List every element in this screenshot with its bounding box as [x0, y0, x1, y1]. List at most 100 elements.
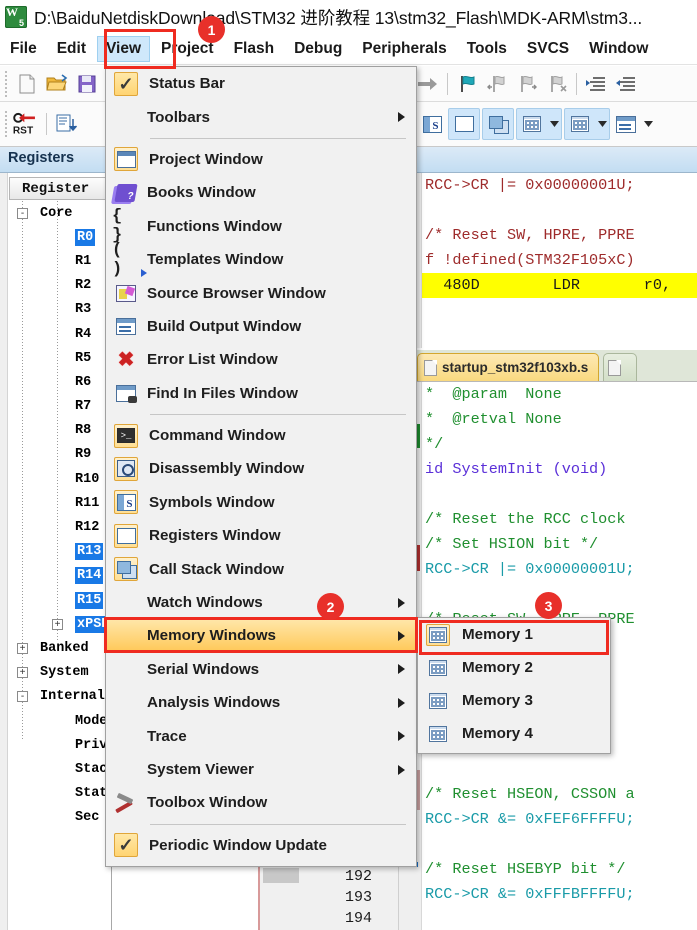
expand-toggle-icon[interactable]: + — [17, 642, 28, 654]
step-arrow-icon[interactable] — [413, 69, 443, 99]
view-menu-item[interactable]: ( ) Templates Window — [106, 241, 416, 279]
register-row[interactable]: R0 — [9, 225, 112, 249]
watch-dropdown-arrow-icon[interactable] — [547, 109, 561, 139]
register-row[interactable]: + System — [9, 661, 112, 685]
step-out-icon[interactable] — [51, 109, 81, 139]
insert-bookmark-icon[interactable] — [452, 69, 482, 99]
memory-dropdown-arrow-icon[interactable] — [595, 109, 609, 139]
view-menu-item[interactable]: Serial Windows — [106, 653, 416, 686]
register-row[interactable]: R9 — [9, 443, 112, 467]
memory-submenu-item[interactable]: Memory 1 — [418, 618, 610, 651]
menu-view[interactable]: View — [96, 36, 151, 62]
view-menu-item[interactable]: >_ Command Window — [106, 419, 416, 452]
register-row[interactable]: R14 — [9, 564, 112, 588]
view-menu-item[interactable]: Toolbox Window — [106, 786, 416, 819]
serial-dropdown-arrow-icon[interactable] — [641, 109, 655, 139]
expand-toggle-icon[interactable]: + — [52, 618, 63, 630]
expand-toggle-icon[interactable]: + — [17, 667, 28, 679]
register-row[interactable]: R1 — [9, 249, 112, 273]
view-menu-item[interactable]: Symbols Window — [106, 486, 416, 519]
register-row[interactable]: R12 — [9, 515, 112, 539]
register-row[interactable]: R5 — [9, 346, 112, 370]
view-menu-item[interactable]: Toolbars — [106, 100, 416, 133]
disassembly-tab-strip[interactable] — [413, 147, 697, 173]
register-row[interactable]: Privilege — [9, 733, 148, 757]
register-row[interactable]: R8 — [9, 419, 112, 443]
view-menu-item[interactable]: Disassembly Window — [106, 452, 416, 485]
register-row[interactable]: R2 — [9, 274, 112, 298]
view-menu-item[interactable]: { } Functions Window — [106, 207, 416, 245]
view-menu-item[interactable]: Build Output Window — [106, 310, 416, 343]
register-row[interactable]: R7 — [9, 395, 112, 419]
symbols-window-icon[interactable] — [417, 109, 447, 139]
registers-tree[interactable]: - Core R0 R1 R2 R3 R4 R5 R6 R7 R8 R9 R10 R11 R12 R13 R14… — [9, 201, 148, 830]
view-menu-item[interactable]: Watch Windows — [106, 586, 416, 619]
clear-bookmarks-icon[interactable] — [542, 69, 572, 99]
register-row[interactable]: Sec — [9, 806, 112, 830]
registers-scrollbar[interactable] — [0, 173, 8, 930]
menu-debug[interactable]: Debug — [285, 36, 351, 62]
view-menu-item[interactable]: Registers Window — [106, 519, 416, 552]
view-menu-item[interactable]: Trace — [106, 719, 416, 752]
view-menu-item[interactable]: System Viewer — [106, 753, 416, 786]
view-menu-item[interactable]: Call Stack Window — [106, 552, 416, 585]
menu-window[interactable]: Window — [580, 36, 657, 62]
toolbar-grip-2[interactable] — [3, 111, 10, 137]
register-row[interactable]: - Internal — [9, 685, 112, 709]
registers-window-icon[interactable] — [449, 109, 479, 139]
open-file-icon[interactable] — [42, 69, 72, 99]
file-tab-inactive[interactable] — [603, 353, 638, 381]
new-file-icon[interactable] — [12, 69, 42, 99]
register-row[interactable]: R11 — [9, 491, 112, 515]
menu-svcs[interactable]: SVCS — [518, 36, 578, 62]
save-file-icon[interactable] — [72, 69, 102, 99]
watch-window-icon[interactable] — [517, 109, 547, 139]
register-row[interactable]: Stack — [9, 757, 116, 781]
memory-submenu-item[interactable]: Memory 4 — [418, 717, 610, 750]
serial-window-icon[interactable] — [611, 109, 641, 139]
register-row[interactable]: R10 — [9, 467, 112, 491]
register-row[interactable]: + xPSR — [9, 612, 112, 636]
register-row[interactable]: + Banked — [9, 636, 112, 660]
view-menu-item[interactable]: Books Window — [106, 176, 416, 209]
menu-tools[interactable]: Tools — [458, 36, 516, 62]
indent-icon[interactable] — [581, 69, 611, 99]
secondary-editor-linenumbers[interactable]: 192 193 194 — [258, 866, 414, 930]
view-menu-item[interactable]: Memory Windows — [106, 619, 416, 653]
disassembly-view[interactable]: RCC->CR |= 0x00000001U; /* Reset SW, HPR… — [413, 173, 697, 348]
register-row[interactable]: - Core — [9, 201, 112, 225]
view-menu-item[interactable]: Project Window — [106, 143, 416, 176]
file-tab-active[interactable]: startup_stm32f103xb.s — [417, 353, 600, 381]
registers-tab-strip[interactable]: Registers — [0, 147, 112, 173]
memory-window-icon[interactable] — [565, 109, 595, 139]
view-menu-item[interactable]: ✖ Error List Window — [106, 343, 416, 376]
register-row[interactable]: R4 — [9, 322, 112, 346]
register-row[interactable]: Mode — [9, 709, 112, 733]
prev-bookmark-icon[interactable] — [482, 69, 512, 99]
secondary-editor-scrollbar[interactable] — [398, 866, 414, 930]
register-row[interactable]: R3 — [9, 298, 112, 322]
view-menu-item[interactable]: Source Browser Window — [106, 276, 416, 309]
next-bookmark-icon[interactable] — [512, 69, 542, 99]
view-menu-item[interactable]: ✓ Status Bar — [106, 67, 416, 100]
register-row[interactable]: R6 — [9, 370, 112, 394]
memory-submenu-item[interactable]: Memory 2 — [418, 651, 610, 684]
menu-flash[interactable]: Flash — [225, 36, 283, 62]
reset-icon[interactable]: RST — [12, 109, 42, 139]
registers-window-icon-slot — [114, 523, 138, 548]
toolbar-grip[interactable] — [3, 70, 10, 97]
view-menu-item[interactable]: Find In Files Window — [106, 377, 416, 410]
menu-file[interactable]: File — [1, 36, 46, 62]
collapse-toggle-icon[interactable]: - — [17, 207, 28, 219]
menu-edit[interactable]: Edit — [48, 36, 95, 62]
collapse-toggle-icon[interactable]: - — [17, 691, 28, 703]
call-stack-window-icon[interactable] — [483, 109, 513, 139]
outdent-icon[interactable] — [611, 69, 641, 99]
register-row[interactable]: R13 — [9, 540, 112, 564]
view-menu-item[interactable]: ✓ Periodic Window Update — [106, 829, 416, 862]
menu-peripherals[interactable]: Peripherals — [353, 36, 455, 62]
view-menu-item[interactable]: Analysis Windows — [106, 686, 416, 719]
register-row[interactable]: R15 — [9, 588, 112, 612]
register-row[interactable]: States — [9, 782, 124, 806]
memory-submenu-item[interactable]: Memory 3 — [418, 684, 610, 717]
